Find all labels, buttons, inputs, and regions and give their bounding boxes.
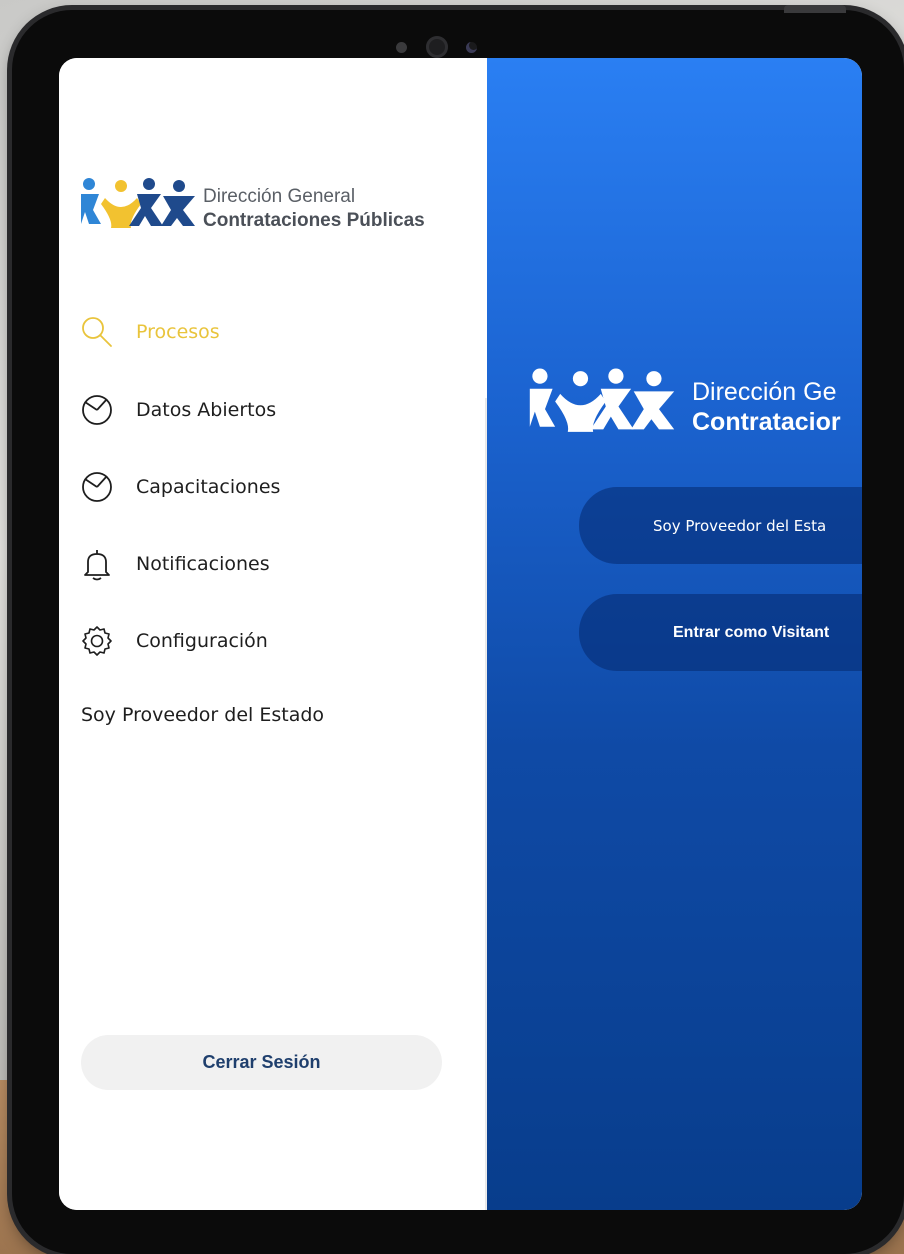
- front-camera: [426, 36, 448, 58]
- menu-item-label: Capacitaciones: [136, 476, 281, 498]
- menu-item-procesos[interactable]: Procesos: [79, 312, 469, 352]
- menu-item-label: Notificaciones: [136, 553, 270, 575]
- logo-title-line1: Dirección General: [203, 186, 356, 207]
- menu-item-notificaciones[interactable]: Notificaciones: [79, 544, 469, 584]
- dgcp-logo-icon: [529, 368, 675, 432]
- logo-title-line2: Contrataciones Públicas: [203, 210, 425, 231]
- menu-item-label: Procesos: [136, 321, 220, 343]
- main-logo-title-line2: Contratacior: [692, 408, 841, 436]
- main-logo: Dirección Ge Contratacior: [522, 366, 862, 446]
- menu-item-label: Datos Abiertos: [136, 399, 277, 421]
- visitor-button[interactable]: Entrar como Visitant: [579, 594, 862, 671]
- logout-button[interactable]: Cerrar Sesión: [81, 1035, 442, 1090]
- camera-lens: [466, 42, 477, 53]
- navigation-drawer: Dirección General Contrataciones Pública…: [59, 58, 487, 1210]
- main-logo-title-line1: Dirección Ge: [692, 378, 837, 406]
- menu-item-datos-abiertos[interactable]: Datos Abiertos: [79, 390, 469, 430]
- dgcp-logo-icon: [81, 178, 195, 228]
- main-screen: Dirección Ge Contratacior Soy Proveedor …: [487, 58, 862, 1210]
- provider-button[interactable]: Soy Proveedor del Esta: [579, 487, 862, 564]
- camera-cluster: [396, 36, 486, 60]
- menu-item-label: Configuración: [136, 630, 268, 652]
- bell-icon: [79, 546, 115, 582]
- sensor-dot: [396, 42, 407, 53]
- tablet-screen: Dirección General Contrataciones Pública…: [59, 58, 862, 1210]
- drawer-logo: Dirección General Contrataciones Pública…: [79, 176, 469, 236]
- menu-item-configuracion[interactable]: Configuración: [79, 621, 469, 661]
- top-button: [784, 5, 846, 13]
- gear-icon: [79, 623, 115, 659]
- search-icon: [79, 314, 115, 350]
- provider-link[interactable]: Soy Proveedor del Estado: [81, 704, 324, 726]
- pie-chart-icon: [79, 392, 115, 428]
- pie-chart-icon: [79, 469, 115, 505]
- menu-item-capacitaciones[interactable]: Capacitaciones: [79, 467, 469, 507]
